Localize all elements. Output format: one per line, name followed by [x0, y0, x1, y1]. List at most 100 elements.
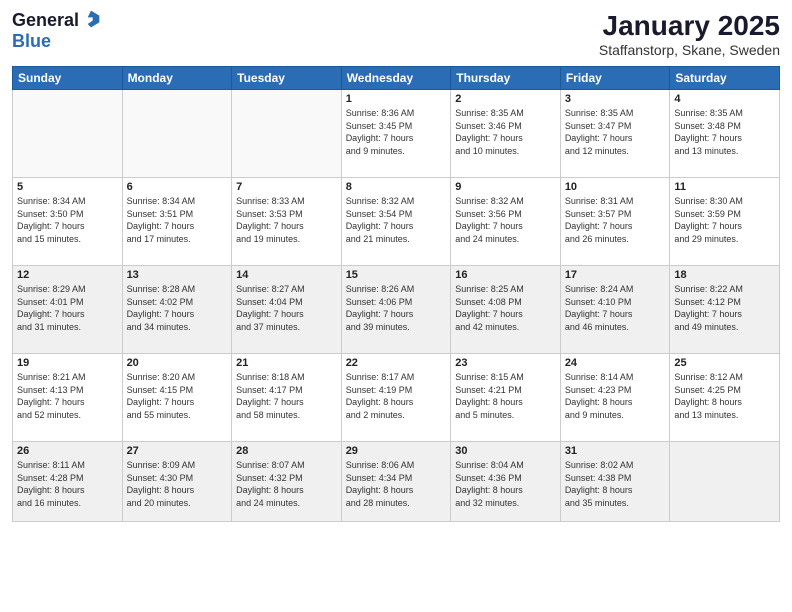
day-info: Sunrise: 8:24 AM Sunset: 4:10 PM Dayligh…: [565, 283, 666, 333]
day-number: 15: [346, 269, 447, 281]
header-tuesday: Tuesday: [232, 67, 342, 90]
month-title: January 2025: [599, 10, 780, 42]
day-number: 26: [17, 445, 118, 457]
day-number: 13: [127, 269, 228, 281]
header-saturday: Saturday: [670, 67, 780, 90]
week-row-2: 12 Sunrise: 8:29 AM Sunset: 4:01 PM Dayli…: [13, 266, 780, 354]
week-row-0: 1 Sunrise: 8:36 AM Sunset: 3:45 PM Daylig…: [13, 90, 780, 178]
day-info: Sunrise: 8:32 AM Sunset: 3:54 PM Dayligh…: [346, 195, 447, 245]
day-info: Sunrise: 8:02 AM Sunset: 4:38 PM Dayligh…: [565, 459, 666, 509]
day-number: 11: [674, 181, 775, 193]
table-row: 30 Sunrise: 8:04 AM Sunset: 4:36 PM Dayli…: [451, 442, 561, 522]
table-row: 8 Sunrise: 8:32 AM Sunset: 3:54 PM Daylig…: [341, 178, 451, 266]
day-info: Sunrise: 8:20 AM Sunset: 4:15 PM Dayligh…: [127, 371, 228, 421]
day-number: 8: [346, 181, 447, 193]
day-info: Sunrise: 8:06 AM Sunset: 4:34 PM Dayligh…: [346, 459, 447, 509]
day-info: Sunrise: 8:34 AM Sunset: 3:50 PM Dayligh…: [17, 195, 118, 245]
day-info: Sunrise: 8:35 AM Sunset: 3:46 PM Dayligh…: [455, 107, 556, 157]
table-row: 21 Sunrise: 8:18 AM Sunset: 4:17 PM Dayli…: [232, 354, 342, 442]
day-info: Sunrise: 8:26 AM Sunset: 4:06 PM Dayligh…: [346, 283, 447, 333]
day-info: Sunrise: 8:04 AM Sunset: 4:36 PM Dayligh…: [455, 459, 556, 509]
logo: General Blue: [12, 10, 101, 52]
table-row: 1 Sunrise: 8:36 AM Sunset: 3:45 PM Daylig…: [341, 90, 451, 178]
table-row: 17Sunrise: 8:24 AM Sunset: 4:10 PM Dayli…: [560, 266, 670, 354]
day-number: 19: [17, 357, 118, 369]
day-info: Sunrise: 8:21 AM Sunset: 4:13 PM Dayligh…: [17, 371, 118, 421]
day-info: Sunrise: 8:18 AM Sunset: 4:17 PM Dayligh…: [236, 371, 337, 421]
day-info: Sunrise: 8:36 AM Sunset: 3:45 PM Dayligh…: [346, 107, 447, 157]
day-number: 9: [455, 181, 556, 193]
day-number: 30: [455, 445, 556, 457]
table-row: 10 Sunrise: 8:31 AM Sunset: 3:57 PM Dayli…: [560, 178, 670, 266]
table-row: 2 Sunrise: 8:35 AM Sunset: 3:46 PM Daylig…: [451, 90, 561, 178]
day-number: 14: [236, 269, 337, 281]
day-number: 28: [236, 445, 337, 457]
day-number: 22: [346, 357, 447, 369]
day-number: 6: [127, 181, 228, 193]
table-row: 13Sunrise: 8:28 AM Sunset: 4:02 PM Dayli…: [122, 266, 232, 354]
table-row: 15 Sunrise: 8:26 AM Sunset: 4:06 PM Dayli…: [341, 266, 451, 354]
table-row: 22 Sunrise: 8:17 AM Sunset: 4:19 PM Dayli…: [341, 354, 451, 442]
table-row: [232, 90, 342, 178]
logo-general: General: [12, 10, 79, 31]
header-wednesday: Wednesday: [341, 67, 451, 90]
table-row: 4 Sunrise: 8:35 AM Sunset: 3:48 PM Daylig…: [670, 90, 780, 178]
week-row-4: 26 Sunrise: 8:11 AM Sunset: 4:28 PM Dayli…: [13, 442, 780, 522]
table-row: 26 Sunrise: 8:11 AM Sunset: 4:28 PM Dayli…: [13, 442, 123, 522]
day-number: 27: [127, 445, 228, 457]
title-block: January 2025 Staffanstorp, Skane, Sweden: [599, 10, 780, 58]
table-row: 27 Sunrise: 8:09 AM Sunset: 4:30 PM Dayli…: [122, 442, 232, 522]
day-number: 31: [565, 445, 666, 457]
week-row-1: 5 Sunrise: 8:34 AM Sunset: 3:50 PM Daylig…: [13, 178, 780, 266]
calendar-table: Sunday Monday Tuesday Wednesday Thursday…: [12, 66, 780, 522]
day-info: Sunrise: 8:27 AM Sunset: 4:04 PM Dayligh…: [236, 283, 337, 333]
day-number: 2: [455, 93, 556, 105]
week-row-3: 19 Sunrise: 8:21 AM Sunset: 4:13 PM Dayli…: [13, 354, 780, 442]
table-row: 31 Sunrise: 8:02 AM Sunset: 4:38 PM Dayli…: [560, 442, 670, 522]
day-number: 5: [17, 181, 118, 193]
table-row: 20Sunrise: 8:20 AM Sunset: 4:15 PM Dayli…: [122, 354, 232, 442]
table-row: 25Sunrise: 8:12 AM Sunset: 4:25 PM Dayli…: [670, 354, 780, 442]
day-info: Sunrise: 8:29 AM Sunset: 4:01 PM Dayligh…: [17, 283, 118, 333]
day-number: 4: [674, 93, 775, 105]
day-number: 12: [17, 269, 118, 281]
day-info: Sunrise: 8:12 AM Sunset: 4:25 PM Dayligh…: [674, 371, 775, 421]
day-number: 1: [346, 93, 447, 105]
table-row: 16 Sunrise: 8:25 AM Sunset: 4:08 PM Dayli…: [451, 266, 561, 354]
day-number: 10: [565, 181, 666, 193]
day-number: 3: [565, 93, 666, 105]
day-info: Sunrise: 8:15 AM Sunset: 4:21 PM Dayligh…: [455, 371, 556, 421]
day-info: Sunrise: 8:33 AM Sunset: 3:53 PM Dayligh…: [236, 195, 337, 245]
day-info: Sunrise: 8:32 AM Sunset: 3:56 PM Dayligh…: [455, 195, 556, 245]
day-info: Sunrise: 8:35 AM Sunset: 3:48 PM Dayligh…: [674, 107, 775, 157]
day-info: Sunrise: 8:17 AM Sunset: 4:19 PM Dayligh…: [346, 371, 447, 421]
day-info: Sunrise: 8:11 AM Sunset: 4:28 PM Dayligh…: [17, 459, 118, 509]
logo-icon: [81, 9, 101, 29]
day-number: 23: [455, 357, 556, 369]
header: General Blue January 2025 Staffanstorp, …: [12, 10, 780, 58]
day-info: Sunrise: 8:30 AM Sunset: 3:59 PM Dayligh…: [674, 195, 775, 245]
table-row: [122, 90, 232, 178]
table-row: [670, 442, 780, 522]
day-info: Sunrise: 8:14 AM Sunset: 4:23 PM Dayligh…: [565, 371, 666, 421]
location-subtitle: Staffanstorp, Skane, Sweden: [599, 42, 780, 58]
table-row: 28 Sunrise: 8:07 AM Sunset: 4:32 PM Dayli…: [232, 442, 342, 522]
header-sunday: Sunday: [13, 67, 123, 90]
day-info: Sunrise: 8:31 AM Sunset: 3:57 PM Dayligh…: [565, 195, 666, 245]
day-info: Sunrise: 8:35 AM Sunset: 3:47 PM Dayligh…: [565, 107, 666, 157]
day-info: Sunrise: 8:07 AM Sunset: 4:32 PM Dayligh…: [236, 459, 337, 509]
day-number: 21: [236, 357, 337, 369]
day-number: 16: [455, 269, 556, 281]
day-info: Sunrise: 8:25 AM Sunset: 4:08 PM Dayligh…: [455, 283, 556, 333]
day-info: Sunrise: 8:09 AM Sunset: 4:30 PM Dayligh…: [127, 459, 228, 509]
table-row: 6 Sunrise: 8:34 AM Sunset: 3:51 PM Daylig…: [122, 178, 232, 266]
table-row: 18Sunrise: 8:22 AM Sunset: 4:12 PM Dayli…: [670, 266, 780, 354]
main-container: General Blue January 2025 Staffanstorp, …: [0, 0, 792, 612]
table-row: [13, 90, 123, 178]
table-row: 23 Sunrise: 8:15 AM Sunset: 4:21 PM Dayli…: [451, 354, 561, 442]
table-row: 12 Sunrise: 8:29 AM Sunset: 4:01 PM Dayli…: [13, 266, 123, 354]
header-thursday: Thursday: [451, 67, 561, 90]
header-monday: Monday: [122, 67, 232, 90]
day-number: 18: [674, 269, 775, 281]
day-info: Sunrise: 8:34 AM Sunset: 3:51 PM Dayligh…: [127, 195, 228, 245]
